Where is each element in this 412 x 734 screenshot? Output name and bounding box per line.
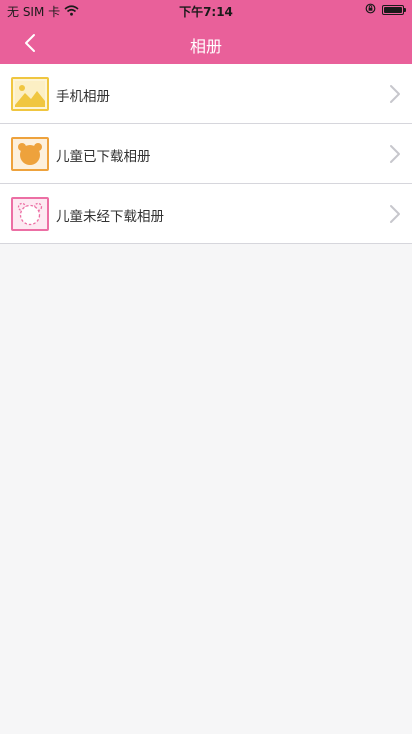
chevron-right-icon xyxy=(390,205,400,223)
landscape-photo-icon xyxy=(11,77,49,111)
chevron-right-icon xyxy=(390,145,400,163)
album-row-phone[interactable]: 手机相册 xyxy=(0,64,412,124)
status-time: 下午7:14 xyxy=(179,5,233,19)
status-bar: 无 SIM 卡 下午7:14 xyxy=(0,0,412,21)
album-list: 手机相册 儿童已下载相册 儿童未经下载相册 xyxy=(0,64,412,244)
album-row-downloaded[interactable]: 儿童已下载相册 xyxy=(0,124,412,184)
album-label: 手机相册 xyxy=(56,89,110,105)
header: 无 SIM 卡 下午7:14 相册 xyxy=(0,0,412,64)
battery-icon xyxy=(382,5,406,15)
status-right xyxy=(365,3,406,17)
orientation-lock-icon xyxy=(365,3,376,17)
album-label: 儿童已下载相册 xyxy=(56,149,151,165)
chevron-right-icon xyxy=(390,85,400,103)
page-title: 相册 xyxy=(189,37,222,56)
alarm-clock-outline-icon xyxy=(11,197,49,231)
album-label: 儿童未经下载相册 xyxy=(56,209,164,225)
alarm-clock-filled-icon xyxy=(11,137,49,171)
album-row-not-downloaded[interactable]: 儿童未经下载相册 xyxy=(0,184,412,244)
nav-bar: 相册 xyxy=(0,21,412,64)
